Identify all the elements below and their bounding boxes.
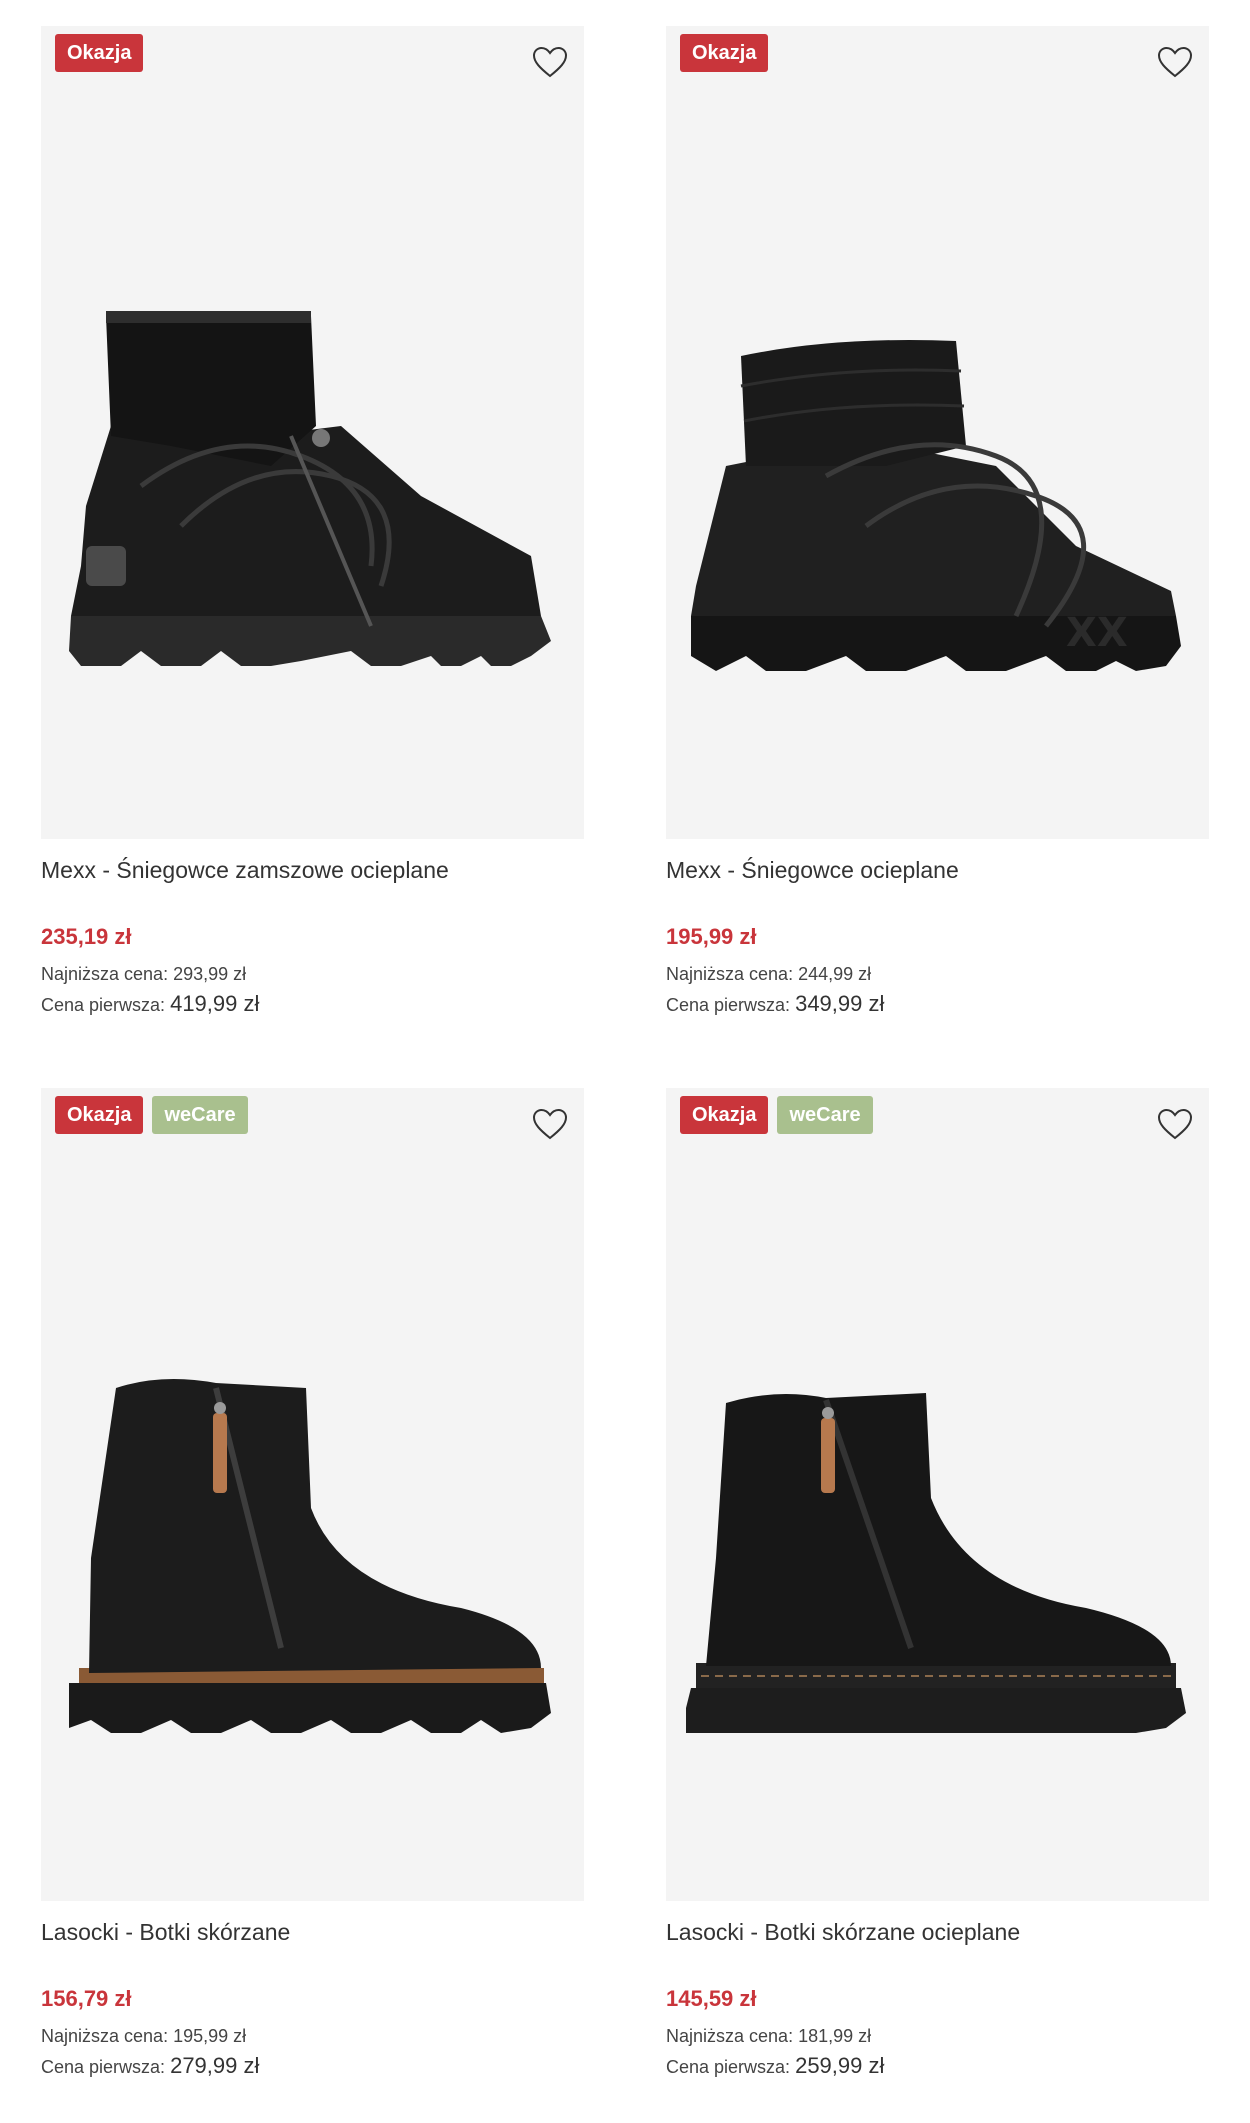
lowest-price-label: Najniższa cena: [666, 2026, 794, 2046]
product-image[interactable]: Okazja weCare [666, 1088, 1209, 1901]
svg-text:XX: XX [1066, 610, 1128, 656]
lowest-price-label: Najniższa cena: [41, 964, 169, 984]
original-price-label: Cena pierwsza: [666, 2057, 791, 2077]
wishlist-heart-icon[interactable] [1155, 42, 1195, 82]
sale-price: 145,59 zł [666, 1986, 757, 2011]
original-price-value: 349,99 zł [795, 991, 885, 1016]
lowest-price-value: 293,99 zł [173, 964, 247, 984]
price-history: Najniższa cena: 293,99 zł Cena pierwsza:… [41, 959, 584, 1020]
original-price-label: Cena pierwsza: [666, 995, 791, 1015]
original-price-value: 259,99 zł [795, 2053, 885, 2078]
lowest-price-value: 195,99 zł [173, 2026, 247, 2046]
lowest-price-label: Najniższa cena: [666, 964, 794, 984]
wishlist-heart-icon[interactable] [1155, 1104, 1195, 1144]
product-card: Okazja Mexx - Śniegowce zamszowe ociepla… [41, 26, 584, 1020]
product-card: Okazja weCare Lasocki - Botki skórzane o… [666, 1088, 1209, 2082]
product-image[interactable]: XX Okazja [666, 26, 1209, 839]
lowest-price-value: 181,99 zł [798, 2026, 872, 2046]
sale-badge: Okazja [55, 1096, 144, 1134]
ankle-boot-image [69, 1379, 551, 1733]
original-price-value: 279,99 zł [170, 2053, 260, 2078]
product-card: Okazja weCare Lasocki - Botki skórzane 1… [41, 1088, 584, 2082]
product-image[interactable]: Okazja [41, 26, 584, 839]
sale-badge: Okazja [680, 1096, 769, 1134]
product-title-link[interactable]: Mexx - Śniegowce zamszowe ocieplane [41, 855, 584, 885]
product-title-link[interactable]: Lasocki - Botki skórzane ocieplane [666, 1917, 1209, 1947]
wishlist-heart-icon[interactable] [530, 42, 570, 82]
sale-price: 156,79 zł [41, 1986, 132, 2011]
sale-badge: Okazja [55, 34, 144, 72]
product-title-link[interactable]: Lasocki - Botki skórzane [41, 1917, 584, 1947]
badge-list: Okazja [55, 34, 144, 72]
badge-list: Okazja weCare [55, 1096, 248, 1134]
badge-list: Okazja weCare [680, 1096, 873, 1134]
wecare-badge: weCare [777, 1096, 873, 1134]
price-history: Najniższa cena: 195,99 zł Cena pierwsza:… [41, 2021, 584, 2082]
original-price-value: 419,99 zł [170, 991, 260, 1016]
sale-price: 235,19 zł [41, 924, 132, 949]
sale-badge: Okazja [680, 34, 769, 72]
wishlist-heart-icon[interactable] [530, 1104, 570, 1144]
product-grid: Okazja Mexx - Śniegowce zamszowe ociepla… [0, 0, 1250, 2123]
snow-boot-image: XX [691, 340, 1181, 671]
original-price-label: Cena pierwsza: [41, 995, 166, 1015]
snow-boot-image [69, 311, 551, 666]
price-history: Najniższa cena: 244,99 zł Cena pierwsza:… [666, 959, 1209, 1020]
price-history: Najniższa cena: 181,99 zł Cena pierwsza:… [666, 2021, 1209, 2082]
product-card: XX Okazja Mexx - Śniegowce ocieplane 195… [666, 26, 1209, 1020]
badge-list: Okazja [680, 34, 769, 72]
original-price-label: Cena pierwsza: [41, 2057, 166, 2077]
wecare-badge: weCare [152, 1096, 248, 1134]
ankle-boot-image [686, 1393, 1186, 1733]
product-image[interactable]: Okazja weCare [41, 1088, 584, 1901]
lowest-price-label: Najniższa cena: [41, 2026, 169, 2046]
product-title-link[interactable]: Mexx - Śniegowce ocieplane [666, 855, 1209, 885]
sale-price: 195,99 zł [666, 924, 757, 949]
lowest-price-value: 244,99 zł [798, 964, 872, 984]
